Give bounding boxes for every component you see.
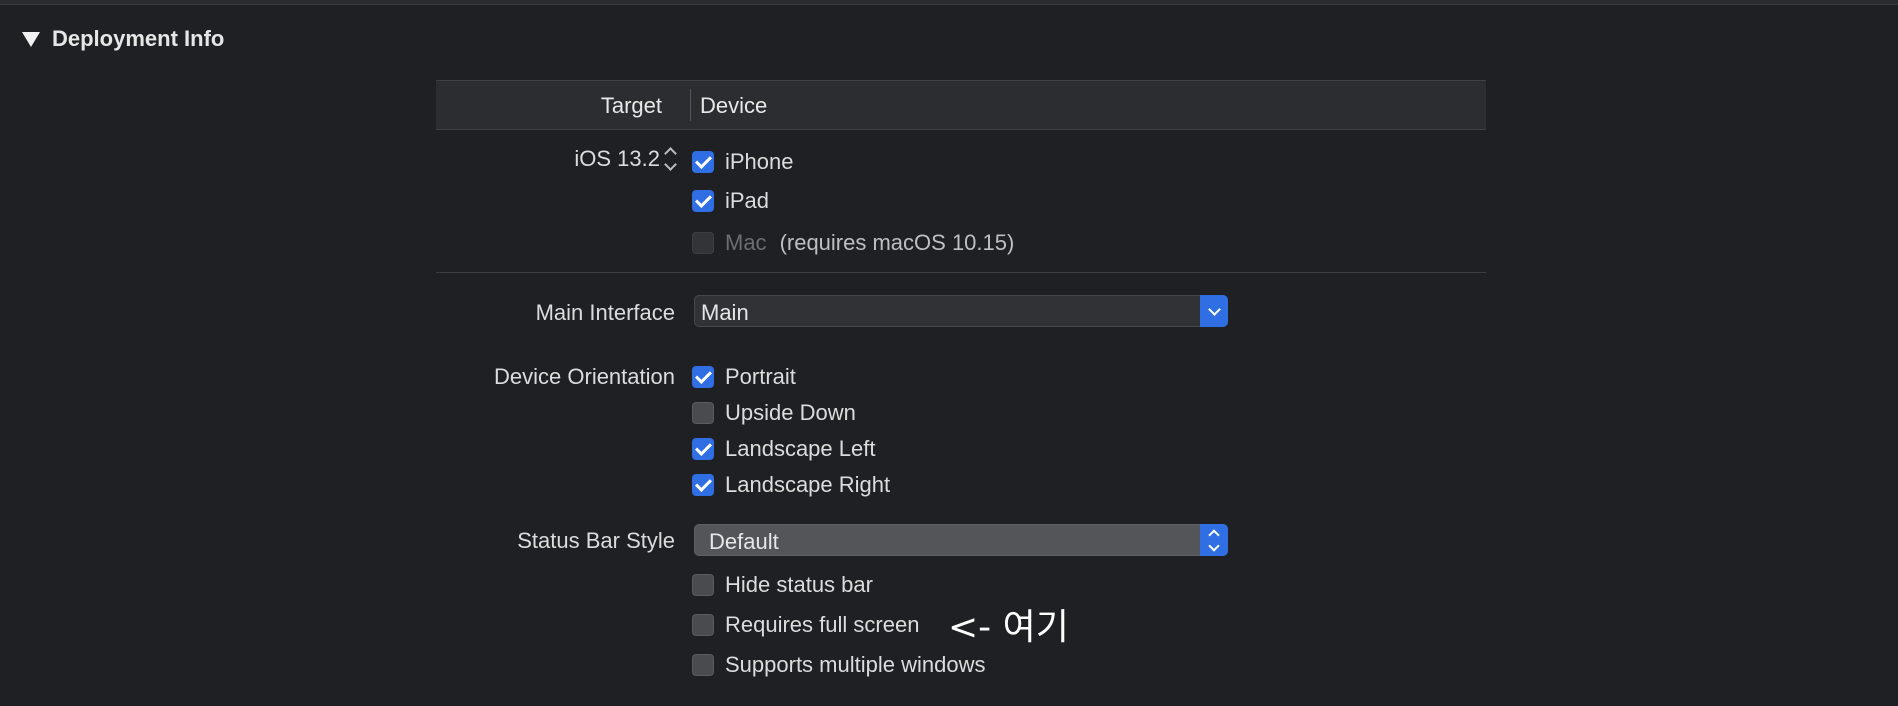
checkbox-checked-icon[interactable] (692, 438, 714, 460)
requires-full-screen-checkbox[interactable]: Requires full screen (692, 612, 919, 638)
checkbox-checked-icon[interactable] (692, 366, 714, 388)
column-header-device: Device (700, 93, 768, 118)
device-mac-note: (requires macOS 10.15) (779, 230, 1015, 255)
device-ipad-checkbox[interactable]: iPad (692, 188, 769, 214)
chevron-down-icon[interactable] (1200, 295, 1228, 327)
main-interface-label: Main Interface (535, 300, 675, 325)
orientation-portrait-label: Portrait (725, 364, 796, 389)
annotation-text: <- 여기 (948, 607, 1069, 648)
checkbox-checked-icon[interactable] (692, 474, 714, 496)
status-bar-style-popup[interactable]: Default (694, 524, 1228, 556)
checkbox-unchecked-icon[interactable] (692, 654, 714, 676)
up-down-stepper-icon[interactable] (664, 147, 677, 171)
main-interface-value: Main (701, 300, 749, 325)
checkbox-unchecked-icon[interactable] (692, 614, 714, 636)
section-header-deployment-info[interactable]: Deployment Info (22, 26, 224, 52)
ios-version-stepper[interactable]: iOS 13.2 (574, 146, 677, 172)
orientation-landscape-right-checkbox[interactable]: Landscape Right (692, 472, 890, 498)
device-iphone-checkbox[interactable]: iPhone (692, 149, 794, 175)
requires-full-screen-label: Requires full screen (725, 612, 920, 637)
table-header: Target Device (436, 80, 1486, 130)
main-interface-combobox[interactable]: Main (694, 295, 1228, 327)
checkbox-checked-icon[interactable] (692, 190, 714, 212)
up-down-chevron-icon[interactable] (1200, 524, 1228, 556)
orientation-upside-down-label: Upside Down (725, 400, 856, 425)
hide-status-bar-label: Hide status bar (725, 572, 873, 597)
device-iphone-label: iPhone (725, 149, 794, 174)
section-title: Deployment Info (52, 26, 225, 51)
top-separator (0, 0, 1898, 5)
device-ipad-label: iPad (725, 188, 770, 213)
status-bar-style-value: Default (709, 529, 779, 554)
orientation-landscape-right-label: Landscape Right (725, 472, 891, 497)
checkbox-checked-icon[interactable] (692, 151, 714, 173)
orientation-portrait-checkbox[interactable]: Portrait (692, 364, 796, 390)
orientation-landscape-left-checkbox[interactable]: Landscape Left (692, 436, 875, 462)
column-divider (690, 89, 691, 121)
checkbox-unchecked-icon[interactable] (692, 402, 714, 424)
device-orientation-label: Device Orientation (494, 364, 675, 389)
supports-multiple-windows-checkbox[interactable]: Supports multiple windows (692, 652, 985, 678)
row-divider (436, 272, 1486, 273)
device-mac-label: Mac (725, 230, 767, 255)
checkbox-unchecked-icon[interactable] (692, 574, 714, 596)
disclosure-triangle-icon[interactable] (22, 31, 40, 47)
status-bar-style-label: Status Bar Style (517, 528, 675, 553)
orientation-upside-down-checkbox[interactable]: Upside Down (692, 400, 856, 426)
supports-multiple-windows-label: Supports multiple windows (725, 652, 986, 677)
ios-version-value: iOS 13.2 (574, 146, 660, 171)
hide-status-bar-checkbox[interactable]: Hide status bar (692, 572, 873, 598)
device-mac-checkbox: Mac (requires macOS 10.15) (692, 230, 1014, 256)
column-header-target: Target (600, 93, 662, 118)
orientation-landscape-left-label: Landscape Left (725, 436, 876, 461)
checkbox-disabled-icon (692, 232, 714, 254)
